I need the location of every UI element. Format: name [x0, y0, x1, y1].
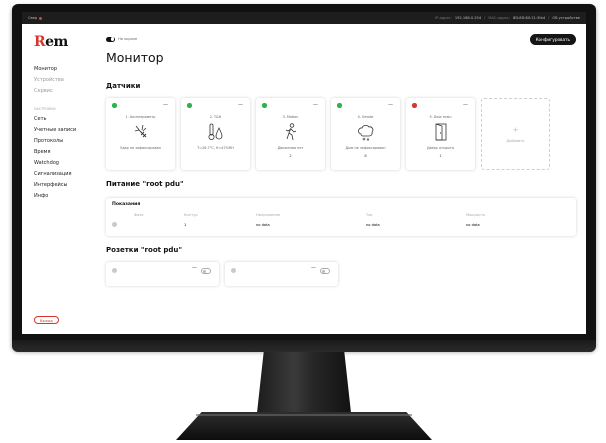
socket-menu-icon[interactable]: —: [311, 265, 316, 271]
card-menu-icon[interactable]: —: [388, 102, 393, 108]
app: Rem Монитор Устройства Сервис НАСТРОЙКИ …: [22, 24, 586, 334]
sidebar-item-info[interactable]: Инфо: [34, 191, 92, 202]
header-phase: Фаза: [134, 213, 144, 217]
screen-toggle-row: На экране: [106, 34, 576, 44]
sensor-name: 2. T&H: [209, 115, 222, 119]
sensor-state: Движения нет: [277, 146, 304, 150]
sidebar-item-service[interactable]: Сервис: [34, 86, 92, 97]
status-dot-icon: [112, 222, 117, 227]
power-readings-panel: Показания Фаза Контур Напряжение Ток Мощ…: [106, 198, 576, 236]
topbar-info: IP-адрес: 192.168.0.254 / MAC-адрес: 8D:…: [435, 16, 580, 20]
topbar-server-label: Cвер: [28, 16, 38, 20]
status-dot-icon: [231, 268, 236, 273]
alert-dot-icon: [39, 16, 43, 20]
monitor-stand-neck: [256, 352, 352, 422]
socket-card[interactable]: —: [106, 262, 219, 286]
sidebar-item-watchdog[interactable]: Watchdog: [34, 158, 92, 169]
socket-switch[interactable]: [201, 268, 211, 274]
socket-switch[interactable]: [320, 268, 330, 274]
sensor-value: 2: [289, 154, 292, 158]
card-menu-icon[interactable]: —: [463, 102, 468, 108]
shock-icon: [134, 124, 146, 138]
readings-title: Показания: [112, 202, 141, 207]
topbar-left[interactable]: Cвер: [28, 16, 43, 20]
card-menu-icon[interactable]: —: [163, 102, 168, 108]
sensor-card-smoke[interactable]: — 4. Smoke Дым не зафиксирован 8: [331, 98, 400, 170]
monitor-stand-base: [176, 412, 432, 440]
monitor-base-highlight: [196, 414, 412, 416]
door-icon: [435, 123, 446, 141]
screen-toggle-label: На экране: [118, 37, 138, 41]
sensors-title: Датчики: [106, 82, 141, 90]
header-voltage: Напряжение: [256, 213, 281, 217]
status-dot-icon: [412, 103, 417, 108]
thermometer-humidity-icon: [208, 123, 222, 140]
plus-icon: +: [512, 126, 519, 134]
header-current: Ток: [366, 213, 373, 217]
sensor-name: 3. Motion: [282, 115, 299, 119]
sidebar-item-monitor[interactable]: Монитор: [34, 64, 92, 75]
card-menu-icon[interactable]: —: [313, 102, 318, 108]
stage: Cвер IP-адрес: 192.168.0.254 / MAC-адрес…: [0, 0, 606, 443]
sidebar-item-interfaces[interactable]: Интерфейсы: [34, 180, 92, 191]
readings-header-row: Фаза Контур Напряжение Ток Мощность: [112, 210, 570, 220]
rem-logo[interactable]: Rem: [34, 34, 92, 50]
sidebar-item-time[interactable]: Время: [34, 147, 92, 158]
add-sensor-label: Добавить: [506, 139, 525, 143]
main-content: На экране Конфигуровать Монитор Датчики …: [92, 24, 586, 334]
sockets-title: Розетки "root pdu": [106, 246, 183, 254]
sensor-value: 1: [439, 154, 442, 158]
page-title: Монитор: [106, 50, 164, 65]
sensor-card-accelerometer[interactable]: — 1. Акселерометр Удар не зафиксирован: [106, 98, 175, 170]
sensor-name: 1. Акселерометр: [125, 115, 156, 119]
sidebar-item-alarm[interactable]: Сигнализация: [34, 169, 92, 180]
header-circuit: Контур: [184, 213, 198, 217]
system-topbar: Cвер IP-адрес: 192.168.0.254 / MAC-адрес…: [22, 12, 586, 24]
sensor-value: T=26.7°C, H=47%RH: [197, 146, 234, 150]
sensor-name: 5. Door main: [429, 115, 452, 119]
power-title: Питание "root pdu": [106, 180, 184, 188]
sidebar-item-protocols[interactable]: Протоколы: [34, 136, 92, 147]
sensor-state: Дым не зафиксирован: [345, 146, 386, 150]
sidebar: Rem Монитор Устройства Сервис НАСТРОЙКИ …: [22, 24, 92, 334]
ip-label: IP-адрес:: [435, 16, 452, 20]
socket-menu-icon[interactable]: —: [192, 265, 197, 271]
sensor-cards: — 1. Акселерометр Удар не зафиксирован —…: [106, 98, 576, 170]
status-dot-icon: [112, 103, 117, 108]
socket-card[interactable]: —: [225, 262, 338, 286]
status-dot-icon: [262, 103, 267, 108]
status-dot-icon: [337, 103, 342, 108]
status-dot-icon: [187, 103, 192, 108]
sensor-name: 4. Smoke: [357, 115, 374, 119]
status-dot-icon: [112, 268, 117, 273]
mac-value: 8D:8D:80:21:3fa4: [513, 16, 546, 20]
screen-toggle[interactable]: [106, 36, 115, 42]
sidebar-item-accounts[interactable]: Учетные записи: [34, 125, 92, 136]
header-power: Мощность: [466, 213, 486, 217]
sensor-state: Удар не зафиксирован: [120, 146, 161, 150]
table-row: 1 no data no data no data: [112, 220, 570, 230]
card-menu-icon[interactable]: —: [238, 102, 243, 108]
sidebar-item-devices[interactable]: Устройства: [34, 75, 92, 86]
about-device-link[interactable]: Об устройстве: [552, 16, 580, 20]
mac-label: MAC-адрес:: [488, 16, 511, 20]
monitor-screen: Cвер IP-адрес: 192.168.0.254 / MAC-адрес…: [22, 12, 586, 334]
monitor-bezel-bottom: [12, 340, 596, 352]
logout-button[interactable]: Выход: [34, 316, 59, 324]
sensor-value: 8: [364, 154, 367, 158]
ip-value: 192.168.0.254: [454, 16, 482, 20]
socket-cards: — —: [106, 262, 576, 286]
sensor-card-motion[interactable]: — 3. Motion Движения нет 2: [256, 98, 325, 170]
configure-button[interactable]: Конфигуровать: [529, 34, 576, 45]
smoke-icon: [357, 124, 373, 141]
add-sensor-card[interactable]: + Добавить: [481, 98, 550, 170]
sidebar-item-network[interactable]: Сеть: [34, 114, 92, 125]
sidebar-section-settings: НАСТРОЙКИ: [34, 107, 56, 111]
sensor-state: Дверь открыта: [427, 146, 454, 150]
sensor-card-door[interactable]: — 5. Door main Дверь открыта 1: [406, 98, 475, 170]
sensor-card-th[interactable]: — 2. T&H T=26.7°C, H=47%RH: [181, 98, 250, 170]
walking-person-icon: [285, 123, 296, 141]
